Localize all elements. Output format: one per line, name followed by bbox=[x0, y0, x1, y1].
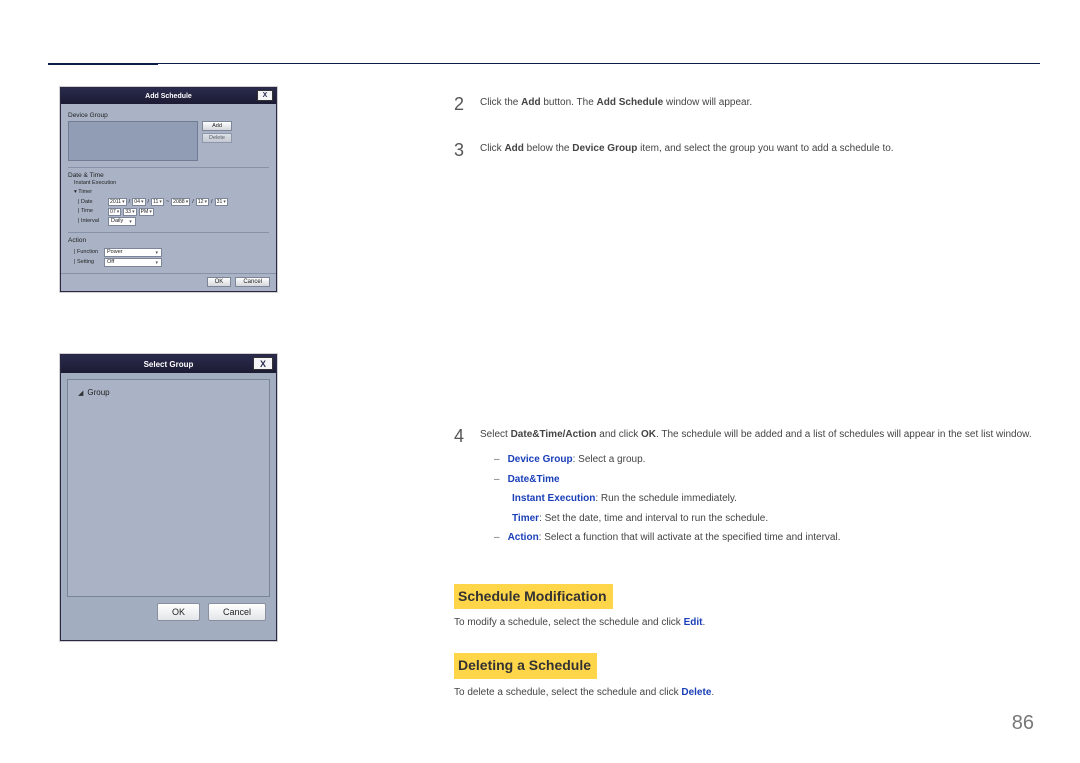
page-number: 86 bbox=[1012, 712, 1034, 735]
dialog-title-text: Add Schedule bbox=[145, 93, 192, 100]
step-text: Select Date&Time/Action and click OK. Th… bbox=[480, 423, 1040, 550]
cancel-button[interactable]: Cancel bbox=[235, 277, 270, 287]
divider bbox=[68, 167, 269, 168]
step-3: 3 Click Add below the Device Group item,… bbox=[454, 137, 1040, 165]
add-button[interactable]: Add bbox=[202, 121, 232, 131]
section-schedule-modification: Schedule Modification bbox=[454, 584, 613, 610]
action-label: Action bbox=[68, 237, 269, 244]
section-deleting-schedule: Deleting a Schedule bbox=[454, 653, 597, 679]
section-text: To modify a schedule, select the schedul… bbox=[454, 615, 1040, 631]
instant-exec-label: Instant Execution bbox=[74, 179, 269, 188]
step-number: 4 bbox=[454, 423, 470, 550]
divider bbox=[68, 232, 269, 233]
tree-item-label: Group bbox=[87, 388, 109, 397]
ok-button[interactable]: OK bbox=[157, 603, 200, 621]
tree-item-group: ◢ Group bbox=[78, 388, 259, 397]
timer-section: ▾ Timer bbox=[74, 188, 269, 197]
page-top-rule bbox=[48, 63, 1040, 64]
group-tree[interactable]: ◢ Group bbox=[67, 379, 270, 597]
setting-select[interactable]: Off▾ bbox=[104, 258, 162, 267]
date-year-to[interactable]: 2088▾ bbox=[171, 198, 190, 206]
sub-instant-exec: Instant Execution: Run the schedule imme… bbox=[480, 491, 1040, 507]
date-day-to[interactable]: 31▾ bbox=[215, 198, 228, 206]
add-schedule-dialog: Add Schedule X Device Group Add Delete D… bbox=[60, 87, 277, 292]
select-group-dialog: Select Group X ◢ Group OK Cancel bbox=[60, 354, 277, 641]
time-min[interactable]: 33▾ bbox=[123, 208, 136, 216]
date-month-to[interactable]: 12▾ bbox=[196, 198, 209, 206]
section-text: To delete a schedule, select the schedul… bbox=[454, 685, 1040, 701]
ok-button[interactable]: OK bbox=[207, 277, 232, 287]
close-icon[interactable]: X bbox=[253, 357, 273, 370]
date-month-from[interactable]: 04▾ bbox=[132, 198, 145, 206]
interval-select[interactable]: Daily▾ bbox=[108, 217, 136, 226]
sub-action: ‒Action: Select a function that will act… bbox=[480, 530, 1040, 546]
cancel-button[interactable]: Cancel bbox=[208, 603, 266, 621]
sub-device-group: ‒Device Group: Select a group. bbox=[480, 452, 1040, 468]
close-icon[interactable]: X bbox=[257, 90, 273, 101]
step-number: 2 bbox=[454, 91, 470, 119]
step-number: 3 bbox=[454, 137, 470, 165]
device-group-label: Device Group bbox=[68, 112, 269, 119]
delete-button[interactable]: Delete bbox=[202, 133, 232, 143]
dialog-title-text: Select Group bbox=[144, 360, 194, 369]
dialog-title: Select Group X bbox=[61, 355, 276, 373]
sub-timer: Timer: Set the date, time and interval t… bbox=[480, 511, 1040, 527]
function-select[interactable]: Power▾ bbox=[104, 248, 162, 257]
datetime-label: Date & Time bbox=[68, 172, 269, 179]
tree-expand-icon[interactable]: ◢ bbox=[78, 389, 83, 397]
date-day-from[interactable]: 11▾ bbox=[151, 198, 164, 206]
step-4: 4 Select Date&Time/Action and click OK. … bbox=[454, 423, 1040, 550]
time-hour[interactable]: 07▾ bbox=[108, 208, 121, 216]
sub-datetime: ‒Date&Time bbox=[480, 472, 1040, 488]
date-year-from[interactable]: 2011▾ bbox=[108, 198, 127, 206]
step-text: Click Add below the Device Group item, a… bbox=[480, 137, 1040, 165]
time-ampm[interactable]: PM▾ bbox=[139, 208, 154, 216]
device-group-listbox[interactable] bbox=[68, 121, 198, 161]
step-2: 2 Click the Add button. The Add Schedule… bbox=[454, 91, 1040, 119]
step-text: Click the Add button. The Add Schedule w… bbox=[480, 91, 1040, 119]
dialog-title: Add Schedule X bbox=[61, 88, 276, 104]
